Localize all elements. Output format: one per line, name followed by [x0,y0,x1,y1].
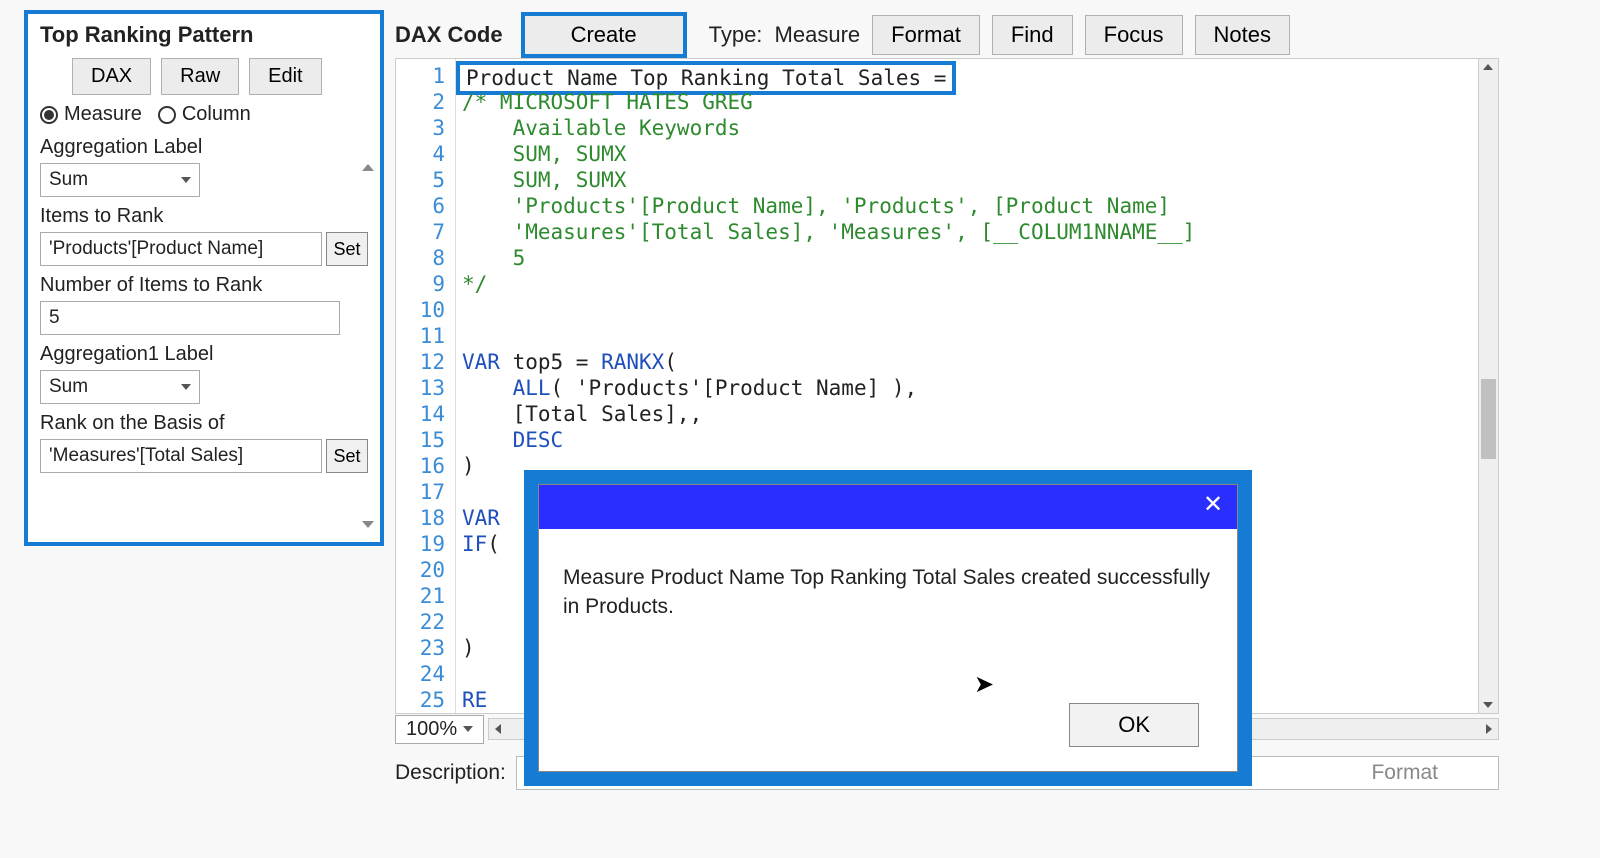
items-set-button[interactable]: Set [326,232,368,266]
format-label: Format [1371,761,1438,785]
radio-icon [40,106,58,124]
edit-button[interactable]: Edit [249,58,321,95]
close-icon[interactable]: ✕ [1199,491,1227,519]
select-value: Sum [49,376,88,398]
chevron-down-icon [181,384,191,390]
focus-button[interactable]: Focus [1085,15,1183,55]
dialog-message: Measure Product Name Top Ranking Total S… [539,529,1237,695]
panel-mode-buttons: DAX Raw Edit [72,58,368,95]
aggregation-label-label: Aggregation Label [40,136,368,159]
format-button[interactable]: Format [872,15,980,55]
type-label: Type: Measure [709,22,861,48]
radio-icon [158,106,176,124]
rank-basis-input[interactable]: 'Measures'[Total Sales] [40,439,322,473]
ok-button[interactable]: OK [1069,703,1199,747]
rank-basis-label: Rank on the Basis of [40,412,368,435]
input-value: 'Products'[Product Name] [49,238,263,260]
chevron-down-icon [463,726,473,732]
basis-set-button[interactable]: Set [326,439,368,473]
top-ranking-panel: Top Ranking Pattern DAX Raw Edit Measure… [24,10,384,546]
scroll-right-icon[interactable] [1486,724,1492,734]
column-radio[interactable]: Column [158,103,251,126]
success-dialog: ✕ Measure Product Name Top Ranking Total… [524,470,1252,786]
dax-button[interactable]: DAX [72,58,151,95]
dialog-footer: OK [539,695,1237,771]
panel-title: Top Ranking Pattern [40,22,368,48]
aggregation1-label-label: Aggregation1 Label [40,343,368,366]
select-value: Sum [49,169,88,191]
dax-code-title: DAX Code [395,22,503,48]
number-of-items-input[interactable]: 5 [40,301,340,335]
radio-label: Measure [64,103,142,126]
dialog-titlebar[interactable]: ✕ [539,485,1237,529]
zoom-value: 100% [406,718,457,741]
scroll-down-icon[interactable] [362,521,374,528]
line-gutter: 1234567891011121314151617181920212223242… [396,59,456,713]
create-button[interactable]: Create [521,12,687,58]
aggregation1-label-select[interactable]: Sum [40,370,200,404]
chevron-down-icon [181,177,191,183]
type-radio-group: Measure Column [40,103,368,126]
scroll-up-icon[interactable] [362,164,374,171]
vertical-scrollbar[interactable] [1478,59,1498,713]
find-button[interactable]: Find [992,15,1073,55]
main-toolbar: DAX Code Create Type: Measure Format Fin… [395,12,1290,58]
scroll-down-icon[interactable] [1483,702,1493,708]
number-of-items-label: Number of Items to Rank [40,274,368,297]
notes-button[interactable]: Notes [1195,15,1290,55]
dialog-window: ✕ Measure Product Name Top Ranking Total… [538,484,1238,772]
input-value: 'Measures'[Total Sales] [49,445,243,467]
aggregation-label-select[interactable]: Sum [40,163,200,197]
measure-radio[interactable]: Measure [40,103,142,126]
zoom-select[interactable]: 100% [395,715,484,744]
input-value: 5 [49,307,60,329]
scroll-thumb[interactable] [1481,379,1496,459]
items-to-rank-label: Items to Rank [40,205,368,228]
description-label: Description: [395,761,506,785]
items-to-rank-input[interactable]: 'Products'[Product Name] [40,232,322,266]
scroll-up-icon[interactable] [1483,64,1493,70]
radio-label: Column [182,103,251,126]
scroll-left-icon[interactable] [495,724,501,734]
raw-button[interactable]: Raw [161,58,239,95]
